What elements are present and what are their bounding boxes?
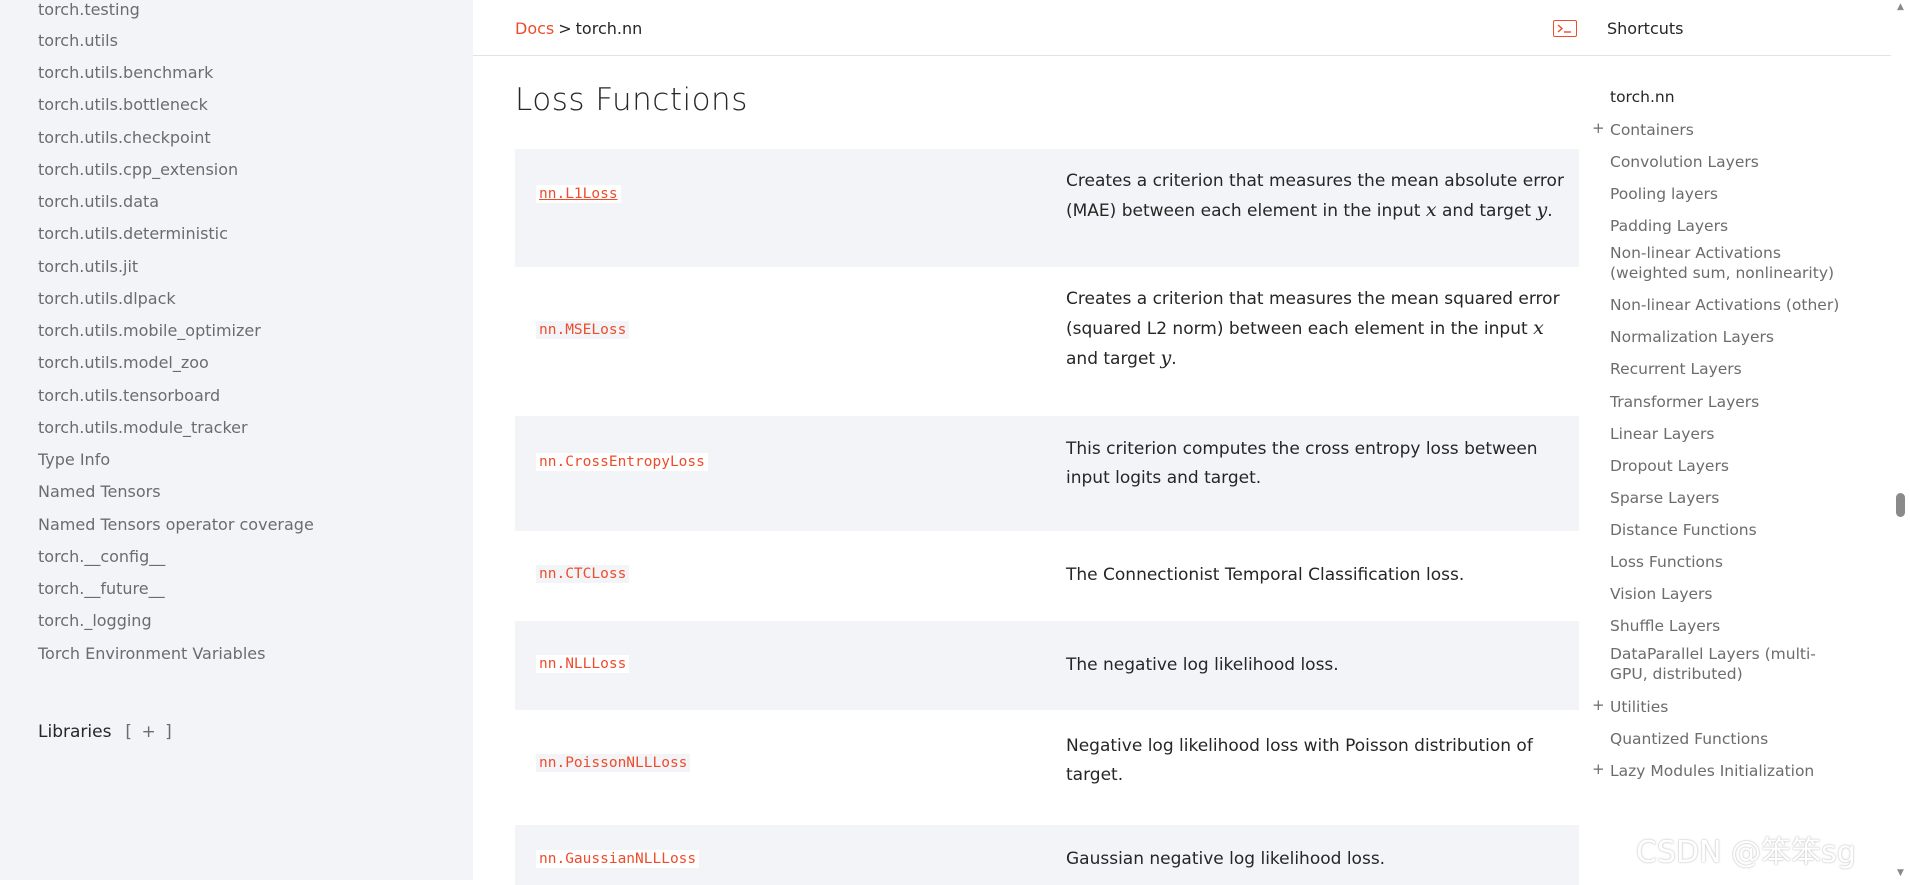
sidebar-item-torch-utils-deterministic[interactable]: torch.utils.deterministic <box>38 224 228 244</box>
toc-item-sparse-layers[interactable]: Sparse Layers <box>1610 488 1845 508</box>
desc-text: and target <box>1066 349 1161 369</box>
toc-item-shuffle-layers[interactable]: Shuffle Layers <box>1610 616 1845 636</box>
toc-item-distance-functions[interactable]: Distance Functions <box>1610 520 1845 540</box>
sidebar-item-torch-utils[interactable]: torch.utils <box>38 31 118 51</box>
sidebar-item-torch-future[interactable]: torch.__future__ <box>38 579 165 599</box>
toc-item-normalization-layers[interactable]: Normalization Layers <box>1610 327 1845 347</box>
math-var-x: x <box>1425 199 1437 221</box>
sidebar-item-torch-utils-cpp-extension[interactable]: torch.utils.cpp_extension <box>38 160 238 180</box>
shortcuts-label[interactable]: Shortcuts <box>1607 19 1683 38</box>
math-var-y: y <box>1536 199 1548 221</box>
sidebar-item-torch-utils-mobile-optimizer[interactable]: torch.utils.mobile_optimizer <box>38 321 261 341</box>
page-scrollbar[interactable]: ▲ ▼ <box>1891 0 1910 880</box>
watermark: CSDN @笨笨sg <box>1636 835 1856 870</box>
sidebar-item-torch-utils-module-tracker[interactable]: torch.utils.module_tracker <box>38 418 248 438</box>
toc-item-nonlinear-activations-weighted[interactable]: Non-linear Activations (weighted sum, no… <box>1610 243 1845 283</box>
sidebar-item-named-tensors[interactable]: Named Tensors <box>38 482 161 502</box>
toc-item-linear-layers[interactable]: Linear Layers <box>1610 424 1845 444</box>
toc-item-lazy-modules-initialization[interactable]: Lazy Modules Initialization <box>1610 761 1845 781</box>
toc-item-nonlinear-activations-other[interactable]: Non-linear Activations (other) <box>1610 295 1845 315</box>
desc-text: . <box>1171 349 1177 369</box>
loss-description: Creates a criterion that measures the me… <box>1066 285 1566 374</box>
toc-item-dropout-layers[interactable]: Dropout Layers <box>1610 456 1845 476</box>
loss-name-link[interactable]: nn.NLLLoss <box>536 655 630 673</box>
table-row: nn.PoissonNLLLoss Negative log likelihoo… <box>515 710 1579 825</box>
toc-item-dataparallel-layers[interactable]: DataParallel Layers (multi-GPU, distribu… <box>1610 644 1845 684</box>
breadcrumb-current: torch.nn <box>575 19 643 38</box>
scroll-down-arrow-icon[interactable]: ▼ <box>1891 866 1910 880</box>
libraries-expand-toggle[interactable]: [ + ] <box>125 722 173 742</box>
desc-text: and target <box>1436 201 1537 221</box>
loss-description: Negative log likelihood loss with Poisso… <box>1066 736 1533 785</box>
toc-item-loss-functions[interactable]: Loss Functions <box>1610 552 1845 572</box>
sidebar-item-torch-utils-model-zoo[interactable]: torch.utils.model_zoo <box>38 353 209 373</box>
loss-name-link[interactable]: nn.L1Loss <box>536 185 621 203</box>
sidebar-item-torch-utils-dlpack[interactable]: torch.utils.dlpack <box>38 289 176 309</box>
left-sidebar: torch.testing torch.utils torch.utils.be… <box>0 0 473 880</box>
toc-item-torch-nn[interactable]: torch.nn <box>1610 87 1845 107</box>
sidebar-item-torch-testing[interactable]: torch.testing <box>38 0 140 20</box>
page-title: Loss Functions <box>515 82 748 118</box>
math-var-x: x <box>1533 317 1544 339</box>
table-row: nn.MSELoss Creates a criterion that meas… <box>515 267 1579 416</box>
expand-plus-icon[interactable]: + <box>1592 696 1605 714</box>
toc-item-vision-layers[interactable]: Vision Layers <box>1610 584 1845 604</box>
sidebar-item-torch-environment-variables[interactable]: Torch Environment Variables <box>38 644 265 664</box>
scroll-up-arrow-icon[interactable]: ▲ <box>1891 0 1910 14</box>
sidebar-item-type-info[interactable]: Type Info <box>38 450 110 470</box>
loss-name-link[interactable]: nn.GaussianNLLLoss <box>536 850 700 868</box>
breadcrumb: Docs > torch.nn <box>515 19 642 38</box>
loss-description: Creates a criterion that measures the me… <box>1066 167 1566 226</box>
loss-functions-table: nn.L1Loss Creates a criterion that measu… <box>515 149 1579 885</box>
toc-item-padding-layers[interactable]: Padding Layers <box>1610 216 1845 236</box>
loss-description: The Connectionist Temporal Classificatio… <box>1066 565 1465 585</box>
toc-item-recurrent-layers[interactable]: Recurrent Layers <box>1610 359 1845 379</box>
table-row: nn.CrossEntropyLoss This criterion compu… <box>515 416 1579 531</box>
sidebar-item-torch-utils-tensorboard[interactable]: torch.utils.tensorboard <box>38 386 220 406</box>
libraries-label: Libraries <box>38 722 112 742</box>
loss-name-link[interactable]: nn.CTCLoss <box>536 565 630 583</box>
sidebar-item-torch-config[interactable]: torch.__config__ <box>38 547 165 567</box>
terminal-icon[interactable] <box>1553 20 1577 37</box>
loss-description: Gaussian negative log likelihood loss. <box>1066 849 1386 869</box>
desc-text: . <box>1547 201 1553 221</box>
expand-plus-icon[interactable]: + <box>1592 119 1605 137</box>
loss-name-link[interactable]: nn.PoissonNLLLoss <box>536 754 691 772</box>
libraries-section[interactable]: Libraries [ + ] <box>38 722 174 742</box>
table-row: nn.CTCLoss The Connectionist Temporal Cl… <box>515 531 1579 621</box>
table-row: nn.NLLLoss The negative log likelihood l… <box>515 621 1579 710</box>
table-row: nn.GaussianNLLLoss Gaussian negative log… <box>515 825 1579 885</box>
sidebar-item-named-tensors-operator-coverage[interactable]: Named Tensors operator coverage <box>38 515 314 535</box>
breadcrumb-docs-link[interactable]: Docs <box>515 19 554 38</box>
table-row: nn.L1Loss Creates a criterion that measu… <box>515 149 1579 267</box>
scrollbar-thumb[interactable] <box>1896 493 1905 517</box>
sidebar-item-torch-utils-data[interactable]: torch.utils.data <box>38 192 159 212</box>
sidebar-item-torch-logging[interactable]: torch._logging <box>38 611 152 631</box>
sidebar-item-torch-utils-benchmark[interactable]: torch.utils.benchmark <box>38 63 213 83</box>
loss-name-link[interactable]: nn.CrossEntropyLoss <box>536 453 708 471</box>
loss-description: This criterion computes the cross entrop… <box>1066 439 1538 488</box>
breadcrumb-separator: > <box>558 19 572 38</box>
loss-description: The negative log likelihood loss. <box>1066 655 1339 675</box>
desc-text: Creates a criterion that measures the me… <box>1066 289 1560 339</box>
toc-item-containers[interactable]: Containers <box>1610 120 1845 140</box>
toc-item-pooling-layers[interactable]: Pooling layers <box>1610 184 1845 204</box>
toc-item-utilities[interactable]: Utilities <box>1610 697 1845 717</box>
page-header: Docs > torch.nn Shortcuts <box>473 0 1891 56</box>
sidebar-item-torch-utils-checkpoint[interactable]: torch.utils.checkpoint <box>38 128 211 148</box>
toc-item-convolution-layers[interactable]: Convolution Layers <box>1610 152 1845 172</box>
math-var-y: y <box>1160 347 1172 369</box>
sidebar-item-torch-utils-jit[interactable]: torch.utils.jit <box>38 257 138 277</box>
loss-name-link[interactable]: nn.MSELoss <box>536 321 630 339</box>
expand-plus-icon[interactable]: + <box>1592 760 1605 778</box>
toc-item-transformer-layers[interactable]: Transformer Layers <box>1610 392 1845 412</box>
toc-item-quantized-functions[interactable]: Quantized Functions <box>1610 729 1845 749</box>
sidebar-item-torch-utils-bottleneck[interactable]: torch.utils.bottleneck <box>38 95 208 115</box>
